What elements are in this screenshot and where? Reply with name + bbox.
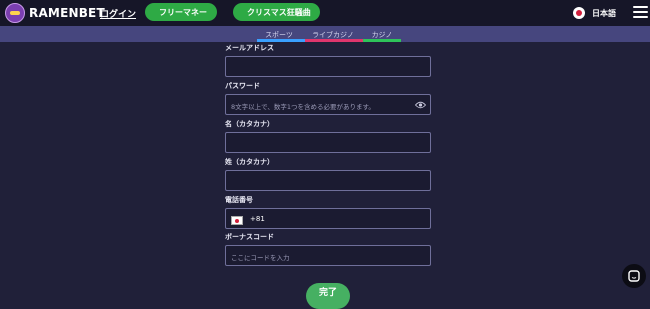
tab-live-casino-underline <box>305 39 363 42</box>
language-label: 日本語 <box>592 8 616 18</box>
top-header: RAMENBET ログイン フリーマネー クリスマス狂騒曲 日本語 <box>0 0 650 26</box>
submit-button[interactable]: 完了 <box>306 283 350 309</box>
eye-icon[interactable] <box>415 101 426 109</box>
language-selector[interactable]: 日本語 <box>573 6 616 20</box>
first-name-label: 名（カタカナ） <box>225 120 274 128</box>
japan-flag-icon[interactable] <box>231 216 243 225</box>
login-link[interactable]: ログイン <box>100 7 136 20</box>
bonus-code-label: ボーナスコード <box>225 233 274 241</box>
phone-field[interactable]: +81 <box>225 208 431 229</box>
ramenbet-logo[interactable]: RAMENBET <box>5 3 105 23</box>
email-label: メールアドレス <box>225 44 274 52</box>
hamburger-menu-icon[interactable] <box>633 6 648 19</box>
tab-casino-underline <box>363 39 401 42</box>
chat-icon <box>628 270 640 282</box>
email-field[interactable] <box>225 56 431 77</box>
country-dial-code: +81 <box>250 215 265 223</box>
japan-flag-icon <box>573 7 585 19</box>
first-name-field[interactable] <box>225 132 431 153</box>
bonus-code-placeholder: ここにコードを入力 <box>231 254 290 262</box>
password-placeholder: 8文字以上で、数字1つを含める必要があります。 <box>231 103 375 111</box>
bonus-code-field[interactable]: ここにコードを入力 <box>225 245 431 266</box>
christmas-promo-label: クリスマス狂騒曲 <box>247 7 311 17</box>
christmas-promo-button[interactable]: クリスマス狂騒曲 <box>233 3 320 21</box>
last-name-label: 姓（カタカナ） <box>225 158 274 166</box>
phone-label: 電話番号 <box>225 196 253 204</box>
tab-sports-underline <box>257 39 305 42</box>
free-money-button[interactable]: フリーマネー <box>145 3 217 21</box>
chat-button[interactable] <box>622 264 646 288</box>
logo-badge-icon <box>5 3 25 23</box>
last-name-field[interactable] <box>225 170 431 191</box>
password-field[interactable]: 8文字以上で、数字1つを含める必要があります。 <box>225 94 431 115</box>
free-money-label: フリーマネー <box>159 7 207 17</box>
password-label: パスワード <box>225 82 260 90</box>
brand-name: RAMENBET <box>29 6 105 20</box>
